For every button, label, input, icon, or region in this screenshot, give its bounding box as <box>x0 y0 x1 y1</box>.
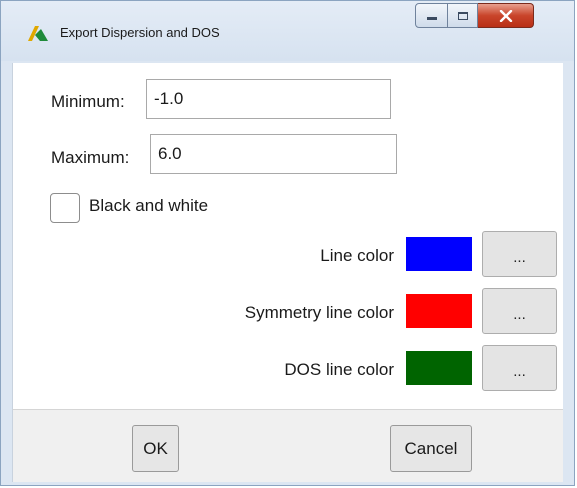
window-controls <box>415 3 534 30</box>
maximize-icon <box>457 11 468 20</box>
export-dialog-window: Export Dispersion and DOS Minimum: Maxim… <box>0 0 575 486</box>
line-color-swatch <box>406 237 472 271</box>
line-color-picker-button[interactable]: ... <box>482 231 557 277</box>
minimize-icon <box>426 17 437 20</box>
maximum-input[interactable] <box>150 134 397 174</box>
maximum-label: Maximum: <box>51 148 130 167</box>
symmetry-line-color-swatch <box>406 294 472 328</box>
black-and-white-checkbox[interactable] <box>50 193 80 223</box>
symmetry-line-color-label: Symmetry line color <box>244 303 394 322</box>
maximize-button[interactable] <box>448 3 478 28</box>
close-icon <box>499 9 512 22</box>
symmetry-line-color-picker-button[interactable]: ... <box>482 288 557 334</box>
cancel-button[interactable]: Cancel <box>390 425 472 472</box>
dialog-content: Minimum: Maximum: Black and white Line c… <box>12 63 563 409</box>
minimum-input[interactable] <box>146 79 391 119</box>
close-button[interactable] <box>478 3 534 28</box>
minimum-label: Minimum: <box>51 92 125 111</box>
dos-line-color-label: DOS line color <box>284 360 394 379</box>
title-bar[interactable]: Export Dispersion and DOS <box>1 1 574 61</box>
ok-button[interactable]: OK <box>132 425 179 472</box>
app-logo-icon <box>28 26 48 41</box>
dos-line-color-swatch <box>406 351 472 385</box>
dialog-footer: OK Cancel <box>12 409 563 482</box>
minimize-button[interactable] <box>415 3 448 28</box>
line-color-label: Line color <box>320 246 394 265</box>
black-and-white-label: Black and white <box>89 196 209 215</box>
window-title: Export Dispersion and DOS <box>60 25 220 40</box>
dos-line-color-picker-button[interactable]: ... <box>482 345 557 391</box>
